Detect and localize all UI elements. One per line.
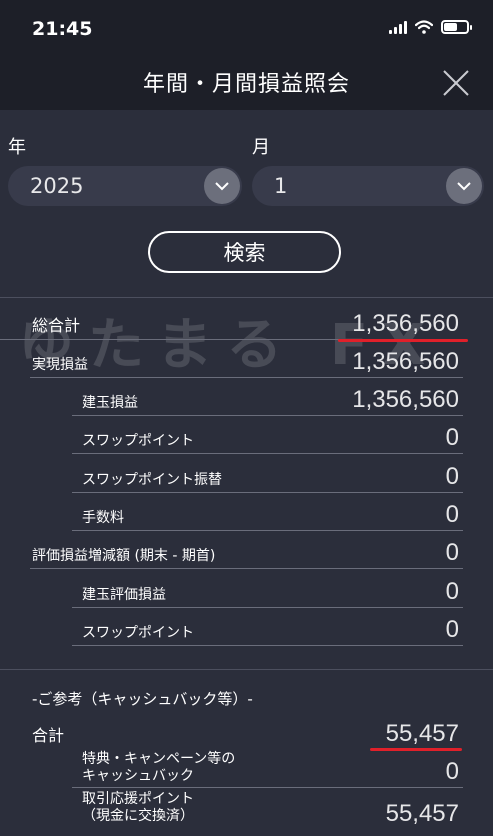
row-label: 総合計 xyxy=(32,316,81,335)
reference-heading: -ご参考（キャッシュバック等）- xyxy=(32,690,253,708)
row-valuation-change: 評価損益増減額 (期末 - 期首) 0 xyxy=(0,531,493,569)
month-select-value: 1 xyxy=(274,174,288,198)
search-button[interactable]: 検索 xyxy=(148,231,341,273)
row-label: 建玉評価損益 xyxy=(82,587,166,603)
month-select[interactable]: 1 xyxy=(252,166,484,206)
row-realized: 実現損益 1,356,560 xyxy=(0,340,493,378)
row-value: 0 xyxy=(445,616,459,643)
row-trade-points: 取引応援ポイント （現金に交換済） 55,457 xyxy=(0,790,493,830)
wifi-icon xyxy=(415,20,433,34)
row-line xyxy=(72,645,463,646)
row-label: スワップポイント xyxy=(82,433,194,449)
chevron-down-icon[interactable] xyxy=(204,168,240,204)
row-value: 0 xyxy=(445,424,459,451)
row-label: 建玉損益 xyxy=(82,395,138,411)
year-label: 年 xyxy=(8,137,26,158)
page-title: 年間・月間損益照会 xyxy=(142,72,350,97)
row-value: 55,457 xyxy=(385,720,459,747)
row-value: 0 xyxy=(445,578,459,605)
row-total: 総合計 1,356,560 xyxy=(0,302,493,340)
row-line xyxy=(30,568,463,569)
year-select-value: 2025 xyxy=(30,174,84,198)
status-time: 21:45 xyxy=(32,18,93,40)
status-icons xyxy=(389,20,472,34)
row-position-pl: 建玉損益 1,356,560 xyxy=(0,378,493,416)
month-label: 月 xyxy=(252,137,270,158)
divider xyxy=(0,669,493,670)
row-swap-point: スワップポイント 0 xyxy=(0,416,493,454)
battery-icon xyxy=(441,20,472,34)
row-label: 特典・キャンペーン等の キャッシュバック xyxy=(82,751,236,784)
row-value: 1,356,560 xyxy=(352,386,459,413)
row-value: 55,457 xyxy=(385,800,459,827)
close-icon[interactable] xyxy=(441,68,471,98)
row-campaign-cashback: 特典・キャンペーン等の キャッシュバック 0 xyxy=(0,750,493,788)
row-fees: 手数料 0 xyxy=(0,493,493,531)
signal-icon xyxy=(389,20,407,34)
row-value: 0 xyxy=(445,501,459,528)
row-label: 実現損益 xyxy=(32,357,88,373)
row-position-valuation: 建玉評価損益 0 xyxy=(0,570,493,608)
row-value: 0 xyxy=(445,539,459,566)
row-value: 1,356,560 xyxy=(352,348,459,375)
row-reference-total: 合計 55,457 xyxy=(0,712,493,750)
row-value: 1,356,560 xyxy=(352,310,459,337)
top-bar: 21:45 年間・月間損益照会 xyxy=(0,0,493,110)
row-swap-transfer: スワップポイント振替 0 xyxy=(0,455,493,493)
row-label: スワップポイント振替 xyxy=(82,472,222,488)
divider xyxy=(0,297,493,298)
year-select[interactable]: 2025 xyxy=(8,166,242,206)
row-label: 評価損益増減額 (期末 - 期首) xyxy=(32,548,216,564)
row-value: 0 xyxy=(445,463,459,490)
row-swap-point-2: スワップポイント 0 xyxy=(0,608,493,646)
row-label: 合計 xyxy=(32,726,65,745)
row-label: 手数料 xyxy=(82,510,124,526)
row-line xyxy=(72,787,463,788)
row-value: 0 xyxy=(445,758,459,785)
row-label: 取引応援ポイント （現金に交換済） xyxy=(82,791,194,824)
row-label: スワップポイント xyxy=(82,625,194,641)
chevron-down-icon[interactable] xyxy=(446,168,482,204)
row-line xyxy=(72,453,463,454)
